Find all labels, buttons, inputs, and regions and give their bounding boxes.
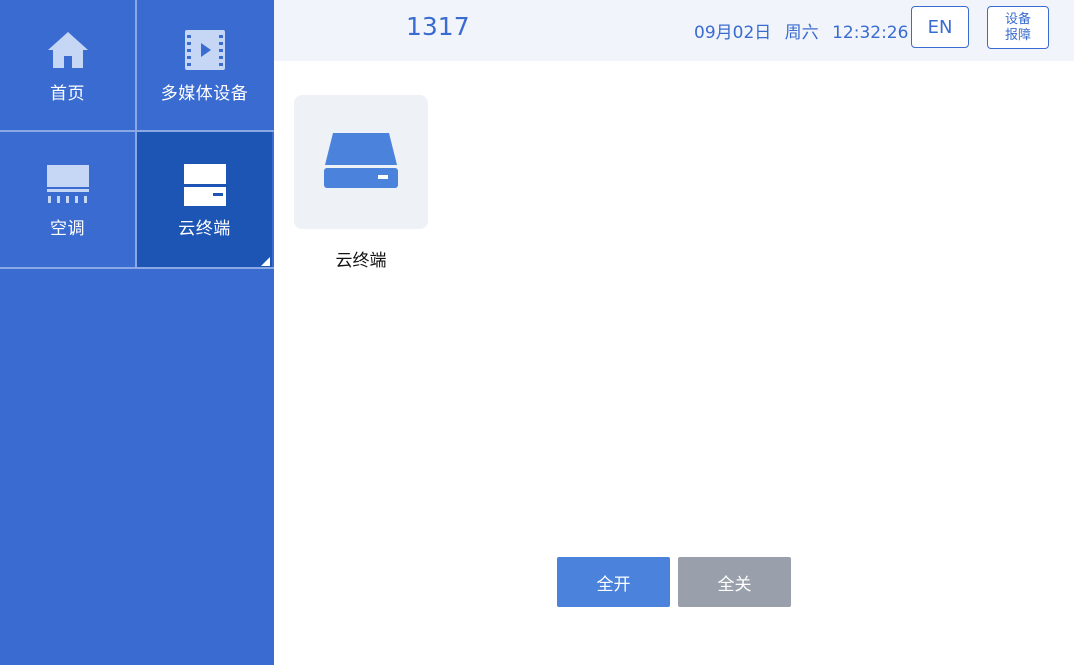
sidebar-item-label: 首页 <box>50 83 85 104</box>
report-label-line1: 设备 <box>1004 11 1031 27</box>
cloud-terminal-icon <box>182 162 228 208</box>
header: 1317 09月02日 周六 12:32:26 EN 设备 报障 <box>274 0 1074 61</box>
sidebar-item-home[interactable]: 首页 <box>0 0 135 130</box>
sidebar: 首页 多媒体设备 空调 云终端 <box>0 0 274 665</box>
home-icon <box>45 27 91 73</box>
datetime: 09月02日 周六 12:32:26 <box>694 18 916 43</box>
time-text: 12:32:26 <box>832 23 909 43</box>
sidebar-item-label: 云终端 <box>178 218 231 239</box>
divider <box>0 267 274 269</box>
sidebar-item-air-conditioner[interactable]: 空调 <box>0 132 135 268</box>
media-player-icon <box>182 27 228 73</box>
sidebar-item-media[interactable]: 多媒体设备 <box>137 0 272 130</box>
all-off-button[interactable]: 全关 <box>678 557 791 607</box>
divider <box>0 130 274 132</box>
sidebar-item-cloud-terminal[interactable]: 云终端 <box>137 132 272 268</box>
divider <box>135 0 137 268</box>
sidebar-item-label: 多媒体设备 <box>160 83 249 104</box>
report-label-line2: 报障 <box>1004 27 1031 43</box>
language-button[interactable]: EN <box>911 6 969 48</box>
device-label: 云终端 <box>335 251 387 271</box>
weekday-text: 周六 <box>784 23 819 43</box>
device-report-button[interactable]: 设备 报障 <box>987 6 1049 49</box>
air-conditioner-icon <box>45 162 91 208</box>
room-number: 1317 <box>406 12 470 41</box>
sidebar-item-label: 空调 <box>50 218 85 239</box>
cloud-terminal-icon <box>323 131 399 193</box>
device-card-cloud-terminal[interactable] <box>294 95 428 229</box>
date-text: 09月02日 <box>694 23 772 43</box>
all-on-button[interactable]: 全开 <box>557 557 670 607</box>
